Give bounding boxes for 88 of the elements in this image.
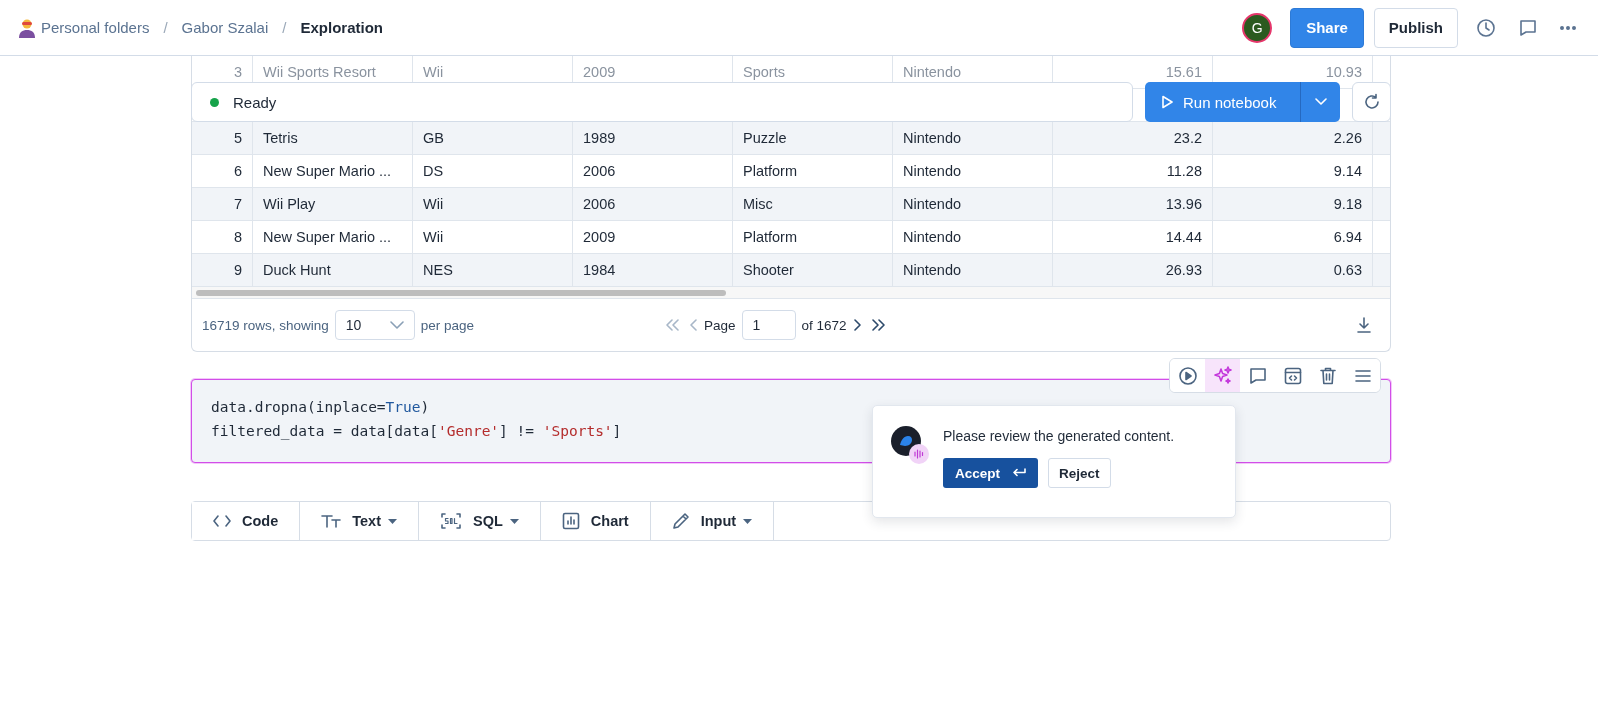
table-cell: 13.96 xyxy=(1053,188,1213,220)
pencil-icon xyxy=(671,512,690,530)
chevron-down-icon xyxy=(389,321,404,329)
page-input[interactable]: 1 xyxy=(741,310,796,340)
sparkles-icon xyxy=(1212,365,1233,386)
row-index: 8 xyxy=(192,221,253,253)
table-cell: Wii xyxy=(413,188,573,220)
code-window-icon xyxy=(1282,365,1303,386)
sql-icon xyxy=(440,512,462,530)
bar-chart-icon xyxy=(561,512,580,530)
run-options-button[interactable] xyxy=(1300,82,1340,122)
more-icon xyxy=(1560,25,1576,30)
breadcrumb-link[interactable]: Exploration xyxy=(300,19,383,36)
table-cell: 2009 xyxy=(573,221,733,253)
breadcrumb-link[interactable]: Gabor Szalai xyxy=(181,19,269,36)
separator: / xyxy=(282,19,287,36)
code-icon xyxy=(213,514,231,528)
table-cell: 11.28 xyxy=(1053,155,1213,187)
chevron-left-icon xyxy=(689,319,697,331)
table-cell: Nintendo xyxy=(893,221,1053,253)
share-button[interactable]: Share xyxy=(1290,7,1364,48)
caret-down-icon xyxy=(509,518,519,524)
return-icon xyxy=(1012,468,1026,478)
accept-button[interactable]: Accept xyxy=(943,458,1038,488)
add-code-cell-button[interactable]: Code xyxy=(192,502,301,540)
comment-icon xyxy=(1247,365,1268,386)
code-line: filtered_data = data[data['Genre'] != 'Sports'] xyxy=(211,422,622,442)
double-chevron-right-icon xyxy=(871,319,886,331)
chevron-down-icon xyxy=(1314,98,1327,106)
per-page-label: per page xyxy=(420,317,475,333)
table-cell: 0.63 xyxy=(1213,254,1373,286)
table-cell: DS xyxy=(413,155,573,187)
caret-down-icon xyxy=(743,518,753,524)
table-cell: Wii xyxy=(413,221,573,253)
rows-count: 16719 rows, showing xyxy=(202,317,329,333)
table-cell: Platform xyxy=(733,221,893,253)
table-cell: Platform xyxy=(733,155,893,187)
scrollbar-thumb[interactable] xyxy=(196,290,726,296)
review-message: Please review the generated content. xyxy=(943,428,1175,444)
table-cell: Duck Hunt xyxy=(253,254,413,286)
table-cell: 6.94 xyxy=(1213,221,1373,253)
comment-icon xyxy=(1518,17,1538,38)
double-chevron-left-icon xyxy=(665,319,679,331)
download-button[interactable] xyxy=(1354,314,1374,336)
table-cell: 2006 xyxy=(573,188,733,220)
table-cell: 1984 xyxy=(573,254,733,286)
table-cell: Nintendo xyxy=(893,254,1053,286)
run-notebook-button[interactable]: Run notebook xyxy=(1145,82,1300,122)
breadcrumb-link[interactable]: Personal folders xyxy=(41,19,150,36)
page-size-select[interactable]: 10 xyxy=(334,310,415,340)
table-cell: New Super Mario ... xyxy=(253,155,413,187)
table-cell: 14.44 xyxy=(1053,221,1213,253)
ai-assist-button[interactable] xyxy=(1205,359,1240,392)
page-label: Page xyxy=(704,317,736,333)
code-line: data.dropna(inplace=True) xyxy=(211,398,430,417)
row-index: 6 xyxy=(192,155,253,187)
table-cell: Misc xyxy=(733,188,893,220)
status-dot xyxy=(210,97,219,107)
reject-button[interactable]: Reject xyxy=(1048,458,1111,488)
download-icon xyxy=(1357,317,1371,333)
publish-button[interactable]: Publish xyxy=(1373,7,1458,48)
row-index: 7 xyxy=(192,188,253,220)
text-size-icon xyxy=(321,514,342,528)
table-cell: NES xyxy=(413,254,573,286)
clock-icon xyxy=(1476,17,1496,38)
refresh-icon xyxy=(1362,93,1381,111)
person-icon xyxy=(18,17,36,38)
play-circle-icon xyxy=(1177,365,1198,386)
table-cell: Nintendo xyxy=(893,155,1053,187)
table-cell: New Super Mario ... xyxy=(253,221,413,253)
play-icon xyxy=(1161,95,1173,109)
status-text: Ready xyxy=(233,93,277,111)
row-index: 9 xyxy=(192,254,253,286)
table-cell: Wii Play xyxy=(253,188,413,220)
table-cell: 2006 xyxy=(573,155,733,187)
table-cell: 9.14 xyxy=(1213,155,1373,187)
separator: / xyxy=(163,19,168,36)
page-count: of 1672 xyxy=(801,317,847,333)
table-cell: 9.18 xyxy=(1213,188,1373,220)
waveform-icon xyxy=(909,444,929,464)
table-cell: 26.93 xyxy=(1053,254,1213,286)
table-cell: Shooter xyxy=(733,254,893,286)
refresh-button[interactable] xyxy=(1352,82,1391,122)
user-avatar[interactable]: G xyxy=(1242,12,1273,43)
caret-down-icon xyxy=(388,518,397,524)
trash-icon xyxy=(1317,365,1338,386)
table-cell: Nintendo xyxy=(893,188,1053,220)
chevron-right-icon xyxy=(853,319,862,331)
